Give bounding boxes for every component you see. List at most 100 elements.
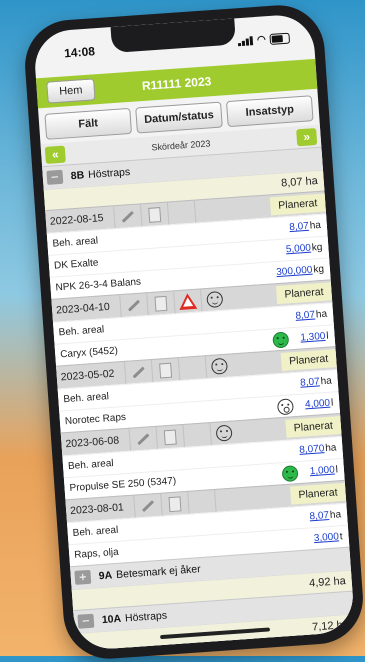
phone-frame: 14:08 ◠ Hem R11111 2023 Fält Datum/statu… <box>22 2 365 662</box>
document-icon[interactable] <box>148 206 162 223</box>
amount-link[interactable]: 3,000 <box>314 531 340 544</box>
document-cell[interactable] <box>139 202 169 227</box>
smiley-cell <box>204 354 234 379</box>
operation-date: 2023-04-10 <box>55 300 111 317</box>
document-icon[interactable] <box>179 650 193 652</box>
status-badge: Planerat <box>269 193 326 216</box>
document-cell[interactable] <box>155 425 184 449</box>
document-icon[interactable] <box>163 429 177 445</box>
tab-falt[interactable]: Fält <box>44 107 133 140</box>
amount-unit: ha <box>329 509 342 521</box>
operation-date: 2023-08-01 <box>69 501 125 518</box>
pencil-icon[interactable] <box>127 299 141 312</box>
pencil-icon[interactable] <box>141 499 155 512</box>
home-button[interactable]: Hem <box>46 78 96 104</box>
operation-date: 2023-06-08 <box>65 434 120 451</box>
warning-icon[interactable] <box>178 292 198 310</box>
item-label: Raps, olja <box>73 546 120 561</box>
item-value: 8,07 ha <box>298 509 341 523</box>
item-value: 1,300 l <box>271 328 329 349</box>
edit-cell[interactable] <box>133 493 162 518</box>
wifi-icon: ◠ <box>256 33 267 46</box>
expand-icon[interactable]: + <box>74 569 92 585</box>
amount-unit: ha <box>324 442 337 455</box>
amount-link[interactable]: 1,300 <box>300 331 326 344</box>
smiley-icon[interactable] <box>215 424 233 442</box>
amount-unit: l <box>335 464 339 476</box>
tab-insatstyp[interactable]: Insatstyp <box>225 95 314 128</box>
amount-link[interactable]: 5,000 <box>286 243 312 256</box>
edit-cell[interactable] <box>144 648 173 652</box>
document-icon[interactable] <box>154 295 168 312</box>
item-value: 5,000 kg <box>275 242 323 256</box>
previous-season-button[interactable]: « <box>44 145 66 164</box>
item-value: 8,07 ha <box>289 376 332 390</box>
amount-link[interactable]: 300,000 <box>276 265 313 278</box>
item-label: Beh. areal <box>52 235 99 250</box>
amount-link[interactable]: 8,070 <box>299 443 325 456</box>
item-label: DK Exalte <box>53 257 99 272</box>
status-badge: Planerat <box>289 482 347 505</box>
document-cell[interactable] <box>160 491 189 516</box>
document-cell[interactable] <box>171 646 200 652</box>
field-name: 8B Höstraps <box>70 166 130 182</box>
amount-link[interactable]: 8,07 <box>300 376 320 388</box>
amount-link[interactable]: 1,000 <box>309 465 335 478</box>
next-season-button[interactable]: » <box>296 127 318 146</box>
item-value: 8,070 ha <box>288 442 337 456</box>
document-cell[interactable] <box>150 358 180 383</box>
tab-datum-status[interactable]: Datum/status <box>135 101 223 134</box>
smiley-icon[interactable] <box>206 290 224 309</box>
collapse-icon[interactable]: − <box>46 169 64 185</box>
edit-cell[interactable] <box>128 426 158 451</box>
item-label: NPK 26-3-4 Balans <box>55 276 142 294</box>
signal-icon <box>238 35 254 46</box>
smiley-cell <box>214 488 243 512</box>
pencil-icon[interactable] <box>121 210 134 223</box>
amount-link[interactable]: 8,07 <box>289 221 309 233</box>
field-name: 10A Höstraps <box>101 610 167 627</box>
amount-link[interactable]: 4,000 <box>305 398 331 411</box>
warning-cell <box>182 423 211 447</box>
item-value: 8,07 ha <box>284 309 327 323</box>
edit-cell[interactable] <box>123 360 153 384</box>
amount-link[interactable]: 8,07 <box>295 310 315 322</box>
warning-cell <box>177 356 207 381</box>
smiley-icon[interactable] <box>210 357 228 375</box>
amount-link[interactable]: 8,07 <box>309 510 329 522</box>
amount-unit: l <box>330 397 334 409</box>
amount-unit: t <box>339 531 344 543</box>
item-label: Beh. areal <box>67 457 114 473</box>
field-crop: Höstraps <box>124 609 168 625</box>
edit-cell[interactable] <box>113 204 142 229</box>
amount-unit: ha <box>315 308 328 321</box>
status-badge: Planerat <box>275 282 333 305</box>
document-icon[interactable] <box>168 495 182 512</box>
status-badge: Planerat <box>300 637 356 652</box>
pencil-icon[interactable] <box>132 366 145 378</box>
item-label: Beh. areal <box>58 324 105 339</box>
status-time: 14:08 <box>63 44 96 61</box>
document-icon[interactable] <box>159 362 173 378</box>
field-crop: Höstraps <box>87 166 131 181</box>
field-code: 9A <box>98 569 113 583</box>
edit-cell[interactable] <box>119 293 148 318</box>
document-cell[interactable] <box>146 291 175 316</box>
item-label: Beh. areal <box>72 524 119 539</box>
amount-unit: ha <box>320 375 333 388</box>
season-label: Skördeår 2023 <box>151 138 211 153</box>
warning-cell <box>173 289 202 314</box>
item-label: Norotec Raps <box>64 411 127 428</box>
field-list: −8B Höstraps 8,07 ha 2022-08-15 Planerat Beh.… <box>42 146 356 652</box>
operation-date: 2022-08-15 <box>49 212 104 228</box>
collapse-icon[interactable]: − <box>77 613 95 629</box>
amount-unit: ha <box>309 219 322 232</box>
pencil-icon[interactable] <box>137 432 150 445</box>
